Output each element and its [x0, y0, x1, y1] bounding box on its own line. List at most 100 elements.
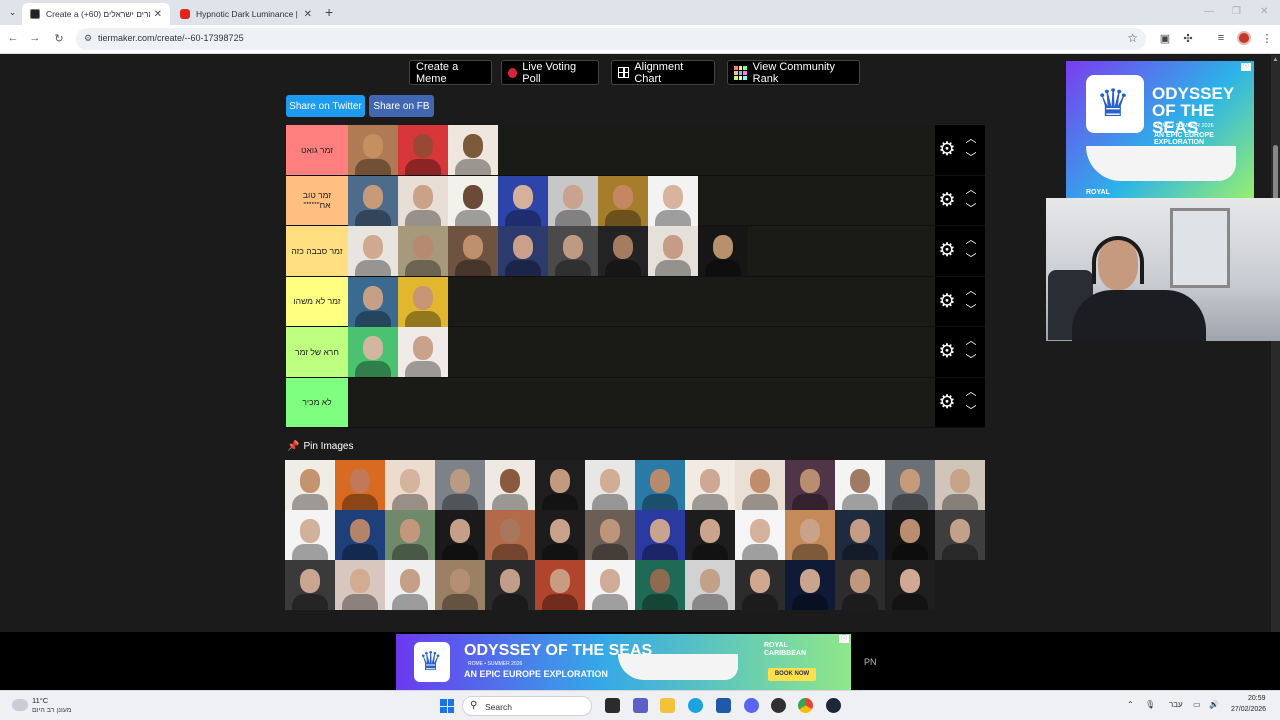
discord-icon[interactable] [744, 698, 759, 713]
tier-settings-gear-icon[interactable]: ⚙ [937, 291, 957, 312]
move-tier-up-icon[interactable]: ︿ [965, 285, 977, 297]
singer-image[interactable] [598, 226, 648, 276]
tier-label[interactable]: לא מכיר [286, 377, 348, 427]
scrollbar-thumb[interactable] [1273, 145, 1278, 200]
edge-icon[interactable] [688, 698, 703, 713]
singer-image[interactable] [448, 226, 498, 276]
live-voting-button[interactable]: Live Voting Poll [501, 60, 599, 85]
close-tab-icon[interactable]: ✕ [304, 9, 312, 20]
singer-image[interactable] [485, 460, 535, 510]
clock-time[interactable]: 20:59 [1248, 695, 1266, 702]
tier-settings-gear-icon[interactable]: ⚙ [937, 241, 957, 261]
singer-image[interactable] [635, 510, 685, 560]
singer-image[interactable] [835, 460, 885, 510]
tab-tiermaker[interactable]: Create a (+60) זמרים ישראלים ✕ [22, 3, 170, 25]
menu-kebab-icon[interactable]: ⋮ [1260, 32, 1274, 45]
singer-image[interactable] [335, 560, 385, 610]
singer-image[interactable] [585, 510, 635, 560]
singer-image[interactable] [535, 460, 585, 510]
move-tier-down-icon[interactable]: ﹀ [965, 253, 977, 265]
singer-image[interactable] [785, 510, 835, 560]
monitor-icon[interactable]: ▭ [1193, 700, 1201, 709]
clock-date[interactable]: 27/02/2026 [1231, 706, 1266, 713]
singer-image[interactable] [548, 175, 598, 226]
move-tier-down-icon[interactable]: ﹀ [965, 152, 977, 164]
alignment-chart-button[interactable]: Alignment Chart [611, 60, 715, 85]
side-ad-banner[interactable]: ODYSSEY OF THE SEAS ROME • SUMMER 2026 A… [1066, 61, 1254, 201]
singer-image[interactable] [448, 125, 498, 175]
tier-label[interactable]: חרא של זמר [286, 327, 348, 377]
tab-search-icon[interactable]: ⌄ [5, 5, 20, 20]
tray-chevron-icon[interactable]: ⌃ [1127, 700, 1134, 709]
singer-image[interactable] [598, 175, 648, 226]
move-tier-down-icon[interactable]: ﹀ [965, 405, 977, 417]
singer-image[interactable] [935, 510, 985, 560]
microphone-icon[interactable]: 🎙 [1145, 700, 1155, 709]
singer-image[interactable] [385, 460, 435, 510]
tier-settings-gear-icon[interactable]: ⚙ [937, 392, 957, 413]
tier-label[interactable]: זמר סבבה כזה [286, 226, 348, 276]
singer-image[interactable] [335, 460, 385, 510]
weather-desc[interactable]: מעונן רב היום [32, 707, 72, 714]
singer-image[interactable] [348, 125, 398, 175]
tier-items-dropzone[interactable] [348, 377, 935, 427]
singer-image[interactable] [685, 460, 735, 510]
tier-label[interactable]: זמר לא משהו [286, 276, 348, 326]
singer-image[interactable] [335, 510, 385, 560]
create-meme-button[interactable]: Create a Meme [409, 60, 492, 85]
singer-image[interactable] [685, 510, 735, 560]
singer-image[interactable] [398, 226, 448, 276]
singer-image[interactable] [885, 510, 935, 560]
tier-settings-gear-icon[interactable]: ⚙ [937, 342, 957, 362]
singer-image[interactable] [885, 460, 935, 510]
singer-image[interactable] [385, 560, 435, 610]
site-info-icon[interactable]: ⚙ [84, 33, 92, 44]
singer-image[interactable] [585, 460, 635, 510]
singer-image[interactable] [635, 460, 685, 510]
singer-image[interactable] [398, 327, 448, 377]
singer-image[interactable] [735, 510, 785, 560]
singer-image[interactable] [435, 460, 485, 510]
singer-image[interactable] [285, 510, 335, 560]
singer-image[interactable] [348, 276, 398, 327]
tab-youtube[interactable]: Hypnotic Dark Luminance | ✕ [172, 3, 320, 25]
book-now-button[interactable]: BOOK NOW [768, 668, 816, 681]
singer-image[interactable] [385, 510, 435, 560]
chrome-icon[interactable] [798, 698, 813, 713]
extensions-puzzle-icon[interactable]: ✣ [1181, 32, 1195, 45]
page-scrollbar[interactable]: ▲ [1271, 55, 1280, 690]
singer-image[interactable] [498, 175, 548, 226]
forward-icon[interactable]: → [28, 32, 42, 44]
weather-temp[interactable]: 11°C [32, 696, 48, 705]
close-window-icon[interactable]: ✕ [1260, 6, 1268, 17]
singer-image[interactable] [398, 125, 448, 175]
move-tier-up-icon[interactable]: ︿ [965, 386, 977, 398]
cloud-icon[interactable] [12, 699, 28, 711]
move-tier-up-icon[interactable]: ︿ [965, 234, 977, 246]
language-indicator[interactable]: עבר [1169, 700, 1183, 709]
teams-icon[interactable] [633, 698, 648, 713]
tier-items-dropzone[interactable] [348, 125, 935, 175]
github-desktop-icon[interactable] [771, 698, 786, 713]
singer-image[interactable] [785, 460, 835, 510]
ad-choices-icon[interactable]: ⓘ [839, 635, 849, 643]
new-tab-button[interactable]: + [325, 4, 333, 20]
singer-image[interactable] [485, 560, 535, 610]
tier-settings-gear-icon[interactable]: ⚙ [937, 140, 957, 160]
singer-image[interactable] [935, 460, 985, 510]
tier-items-dropzone[interactable] [348, 226, 935, 276]
singer-image[interactable] [498, 226, 548, 276]
move-tier-down-icon[interactable]: ﹀ [965, 203, 977, 215]
singer-image[interactable] [535, 510, 585, 560]
singer-image[interactable] [348, 226, 398, 276]
tier-label[interactable]: זמר גואט [286, 125, 348, 175]
share-twitter-button[interactable]: Share on Twitter [286, 95, 365, 117]
singer-image[interactable] [348, 175, 398, 226]
address-bar[interactable]: ⚙ tiermaker.com/create/--60-17398725 ☆ [76, 28, 1146, 50]
community-rank-button[interactable]: View Community Rank [727, 60, 860, 85]
singer-image[interactable] [835, 510, 885, 560]
singer-image[interactable] [448, 175, 498, 226]
singer-image[interactable] [585, 560, 635, 610]
bottom-ad-banner[interactable]: ODYSSEY OF THE SEAS ROME • SUMMER 2026 A… [396, 634, 851, 690]
extension-icon[interactable]: ▣ [1158, 32, 1172, 45]
